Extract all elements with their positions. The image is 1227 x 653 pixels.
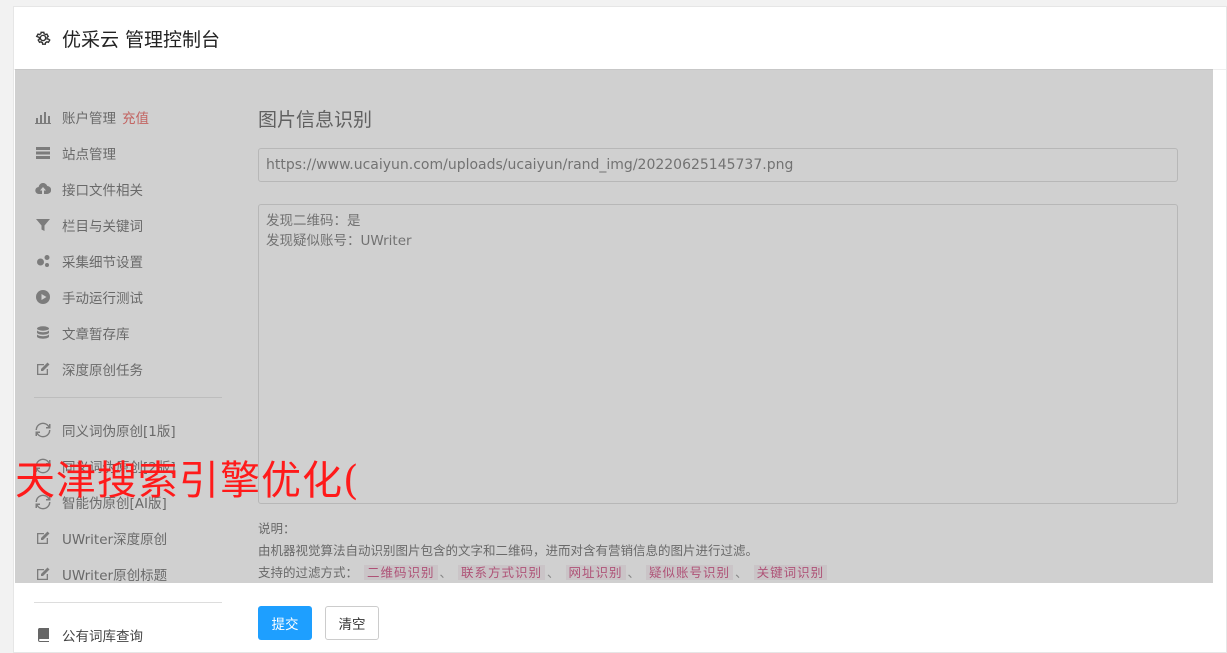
sidebar-item-label: 同义词伪原创[1版] — [62, 424, 176, 440]
result-textarea[interactable]: 发现二维码：是 发现疑似账号：UWriter — [258, 204, 1178, 504]
app-title: 优采云 管理控制台 — [62, 28, 221, 51]
sidebar: 账户管理 充值 站点管理 接口文件相关 栏目与关键词 采集细节设置 手动运行测试… — [34, 99, 224, 653]
gear-icon — [35, 31, 51, 45]
edit-icon — [34, 360, 52, 378]
filter-tag: 二维码识别 — [364, 565, 438, 580]
filter-separator: 、 — [735, 565, 748, 580]
notes-heading: 说明： — [258, 521, 296, 536]
sidebar-item-label: 账户管理 — [62, 111, 116, 127]
result-line: 发现二维码：是 — [266, 213, 361, 229]
filter-tag: 网址识别 — [565, 565, 626, 580]
refresh-icon — [34, 421, 52, 439]
filter-tag: 联系方式识别 — [458, 565, 546, 580]
filter-tag: 关键词识别 — [753, 565, 828, 580]
sidebar-item-article-store[interactable]: 文章暂存库 — [34, 315, 224, 351]
watermark-text: 天津搜索引擎优化( — [15, 458, 360, 504]
sidebar-item-manual-test[interactable]: 手动运行测试 — [34, 279, 224, 315]
filter-tag: 疑似账号识别 — [646, 565, 734, 580]
recharge-link[interactable]: 充值 — [122, 107, 149, 127]
sidebar-item-uwriter-title[interactable]: UWriter原创标题 — [34, 556, 224, 592]
sidebar-item-deep-original[interactable]: 深度原创任务 — [34, 351, 224, 387]
image-url-input[interactable]: https://www.ucaiyun.com/uploads/ucaiyun/… — [258, 148, 1178, 182]
action-buttons: 提交 清空 — [258, 606, 1178, 640]
sidebar-item-label: 文章暂存库 — [62, 327, 130, 343]
sidebar-item-uwriter-deep[interactable]: UWriter深度原创 — [34, 520, 224, 556]
sidebar-item-synonym-v1[interactable]: 同义词伪原创[1版] — [34, 412, 224, 448]
sidebar-divider — [34, 397, 222, 398]
filter-icon — [34, 216, 52, 234]
cloud-upload-icon — [34, 180, 52, 198]
page-title: 图片信息识别 — [258, 109, 373, 131]
sidebar-item-label: 深度原创任务 — [62, 363, 143, 379]
main-content: 图片信息识别 https://www.ucaiyun.com/uploads/u… — [258, 105, 1178, 640]
filters-label: 支持的过滤方式： — [258, 565, 359, 580]
play-circle-icon — [34, 288, 52, 306]
sidebar-item-label: UWriter深度原创 — [62, 532, 168, 548]
sidebar-item-label: 站点管理 — [62, 147, 116, 163]
sidebar-item-interface[interactable]: 接口文件相关 — [34, 171, 224, 207]
sidebar-item-collect-settings[interactable]: 采集细节设置 — [34, 243, 224, 279]
sidebar-item-label: 公有词库查询 — [62, 629, 143, 645]
book-icon — [34, 626, 52, 644]
gears-icon — [34, 252, 52, 270]
bar-chart-icon — [34, 108, 52, 126]
notes-section: 说明： 由机器视觉算法自动识别图片包含的文字和二维码，进而对含有营销信息的图片进… — [258, 518, 1178, 584]
sidebar-item-label: 接口文件相关 — [62, 183, 143, 199]
filter-separator: 、 — [627, 565, 641, 580]
filters-row: 支持的过滤方式： 二维码识别、 联系方式识别、 网址识别、 疑似账号识别、 关键… — [258, 562, 1178, 584]
console-card: 优采云 管理控制台 账户管理 充值 站点管理 接口文件相关 栏目与关键词 采集细… — [13, 6, 1227, 653]
sidebar-item-label: UWriter原创标题 — [62, 568, 168, 584]
filter-separator: 、 — [439, 565, 453, 580]
notes-description: 由机器视觉算法自动识别图片包含的文字和二维码，进而对含有营销信息的图片进行过滤。 — [258, 543, 759, 558]
edit-icon — [34, 565, 52, 583]
sidebar-item-label: 栏目与关键词 — [62, 219, 143, 235]
database-icon — [34, 324, 52, 342]
sidebar-divider — [34, 602, 222, 603]
sidebar-item-label: 手动运行测试 — [62, 291, 143, 307]
result-line: 发现疑似账号：UWriter — [266, 233, 412, 249]
sidebar-item-label: 采集细节设置 — [62, 255, 143, 271]
submit-button[interactable]: 提交 — [258, 606, 312, 640]
filter-separator: 、 — [547, 565, 560, 580]
top-header: 优采云 管理控制台 — [14, 7, 1226, 70]
server-icon — [34, 144, 52, 162]
sidebar-item-sites[interactable]: 站点管理 — [34, 135, 224, 171]
edit-icon — [34, 529, 52, 547]
clear-button[interactable]: 清空 — [325, 606, 379, 640]
sidebar-item-public-dict[interactable]: 公有词库查询 — [34, 617, 224, 653]
sidebar-item-keywords[interactable]: 栏目与关键词 — [34, 207, 224, 243]
sidebar-item-account[interactable]: 账户管理 充值 — [34, 99, 224, 135]
